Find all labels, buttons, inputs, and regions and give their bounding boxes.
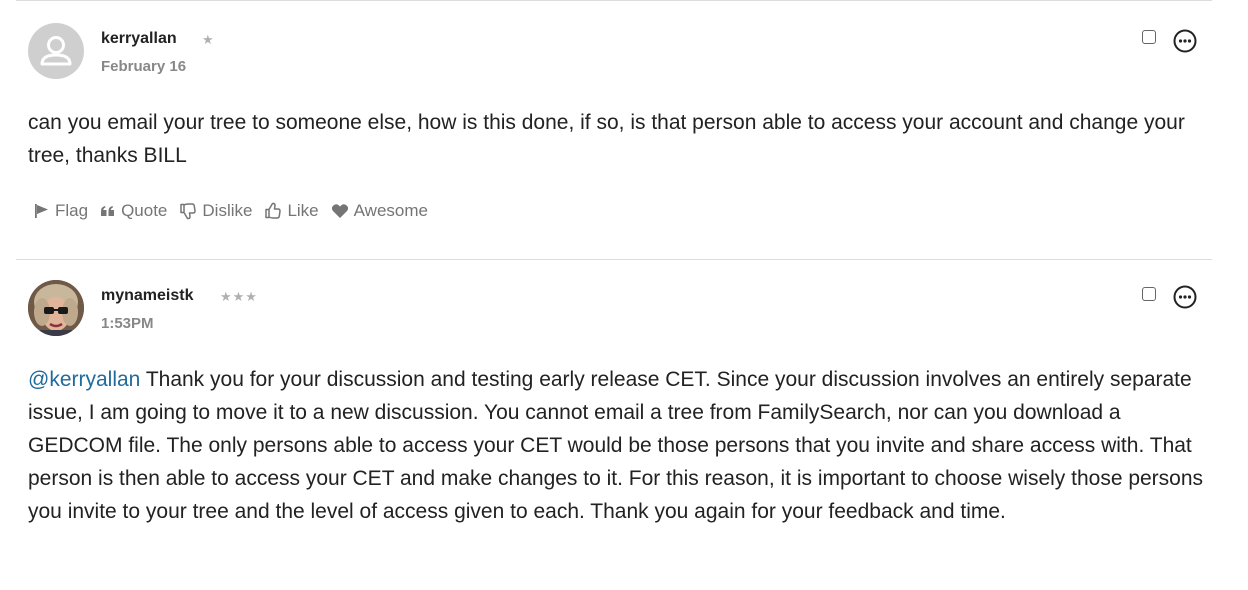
post-body: can you email your tree to someone else,… xyxy=(28,111,1185,167)
rank-stars: ★★★ xyxy=(220,289,258,304)
heart-icon xyxy=(331,204,348,218)
select-checkbox[interactable] xyxy=(1142,30,1156,44)
like-button[interactable]: Like xyxy=(264,201,319,221)
thumbs-up-icon xyxy=(265,202,282,219)
author-name[interactable]: kerryallan xyxy=(101,30,177,48)
flag-button[interactable]: Flag xyxy=(34,201,88,221)
comment-post: kerryallan ★ February 16 can you email y… xyxy=(16,0,1212,260)
post-date[interactable]: February 16 xyxy=(101,58,186,75)
select-checkbox[interactable] xyxy=(1142,287,1156,301)
flag-label: Flag xyxy=(55,201,89,220)
avatar[interactable] xyxy=(28,23,84,79)
flag-icon xyxy=(35,204,48,218)
quote-icon xyxy=(101,206,115,216)
user-silhouette-icon xyxy=(40,36,72,66)
author-name[interactable]: mynameistk xyxy=(101,287,194,305)
awesome-button[interactable]: Awesome xyxy=(331,201,428,221)
ellipsis-circle-icon[interactable] xyxy=(1173,285,1197,309)
avatar[interactable] xyxy=(28,280,84,336)
post-date[interactable]: 1:53PM xyxy=(101,315,154,332)
post-body-text: Thank you for your discussion and testin… xyxy=(28,368,1204,523)
like-label: Like xyxy=(287,201,319,220)
comment-post: mynameistk ★★★ 1:53PM @kerryallan Thank … xyxy=(16,259,1212,590)
user-mention-link[interactable]: @kerryallan xyxy=(28,368,140,391)
dislike-button[interactable]: Dislike xyxy=(179,201,252,221)
quote-button[interactable]: Quote xyxy=(100,201,167,221)
user-photo xyxy=(28,280,84,336)
rank-stars: ★ xyxy=(202,32,215,47)
quote-label: Quote xyxy=(121,201,168,220)
thumbs-down-icon xyxy=(180,203,197,220)
post-body: @kerryallan Thank you for your discussio… xyxy=(28,363,1208,528)
ellipsis-circle-icon[interactable] xyxy=(1173,29,1197,53)
awesome-label: Awesome xyxy=(353,201,428,220)
dislike-label: Dislike xyxy=(202,201,253,220)
reaction-bar: Flag Quote Dislike Like Awesome xyxy=(34,201,440,221)
